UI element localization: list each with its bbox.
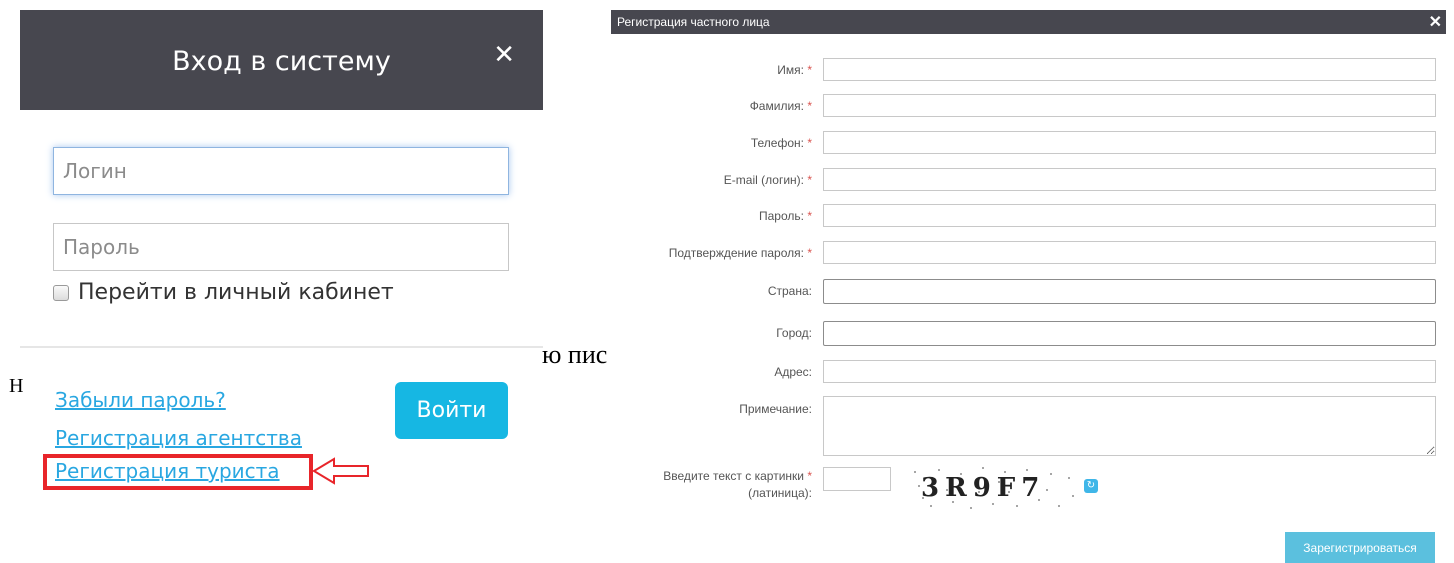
agency-registration-link[interactable]: Регистрация агентства — [55, 426, 302, 450]
divider — [20, 346, 543, 348]
highlight-box — [43, 454, 313, 490]
password-label: Пароль: * — [759, 209, 812, 223]
registration-dialog: Регистрация частного лица ✕ Имя: * Фамил… — [611, 10, 1446, 563]
login-dialog: Вход в систему ✕ Перейти в личный кабине… — [20, 10, 543, 530]
login-header: Вход в систему ✕ — [20, 10, 543, 110]
email-input[interactable] — [823, 168, 1436, 191]
captcha-image: 3R9F7 — [914, 467, 1074, 509]
remember-label[interactable]: Перейти в личный кабинет — [78, 280, 394, 305]
close-icon[interactable]: ✕ — [1429, 12, 1442, 32]
country-label: Страна: — [767, 284, 812, 298]
password-confirm-label: Подтверждение пароля: * — [668, 246, 812, 260]
country-select[interactable] — [823, 279, 1436, 304]
city-select[interactable] — [823, 321, 1436, 346]
captcha-input[interactable] — [823, 467, 891, 491]
forgot-password-link[interactable]: Забыли пароль? — [55, 388, 226, 412]
last-name-label: Фамилия: * — [749, 99, 812, 113]
close-icon[interactable]: ✕ — [493, 40, 515, 70]
phone-input[interactable] — [823, 131, 1436, 154]
password-input[interactable] — [823, 204, 1436, 227]
captcha-text: 3R9F7 — [921, 473, 1045, 503]
address-label: Адрес: — [774, 365, 812, 379]
email-label: E-mail (логин): * — [723, 173, 812, 187]
password-confirm-input[interactable] — [823, 241, 1436, 264]
note-textarea[interactable] — [823, 396, 1436, 456]
city-label: Город: — [776, 326, 812, 340]
first-name-label: Имя: * — [777, 63, 812, 77]
address-input[interactable] — [823, 360, 1436, 383]
arrow-left-outline-icon — [312, 457, 369, 485]
registration-title: Регистрация частного лица — [617, 15, 770, 29]
phone-label: Телефон: * — [750, 136, 812, 150]
remember-checkbox[interactable] — [53, 284, 69, 301]
first-name-input[interactable] — [823, 58, 1436, 81]
password-input[interactable] — [53, 223, 509, 271]
refresh-icon[interactable]: ↻ — [1084, 479, 1098, 493]
login-input[interactable] — [53, 147, 509, 195]
remember-row: Перейти в личный кабинет — [53, 280, 394, 305]
last-name-input[interactable] — [823, 94, 1436, 117]
background-text-fragment: ю пис — [542, 340, 608, 369]
background-text-fragment: Н — [9, 375, 24, 397]
captcha-label: Введите текст с картинки * (латиница): — [663, 469, 812, 500]
login-button[interactable]: Войти — [395, 382, 508, 439]
registration-header: Регистрация частного лица ✕ — [611, 10, 1446, 34]
note-label: Примечание: — [739, 402, 812, 416]
login-title: Вход в систему — [172, 46, 391, 77]
register-button[interactable]: Зарегистрироваться — [1285, 532, 1435, 563]
